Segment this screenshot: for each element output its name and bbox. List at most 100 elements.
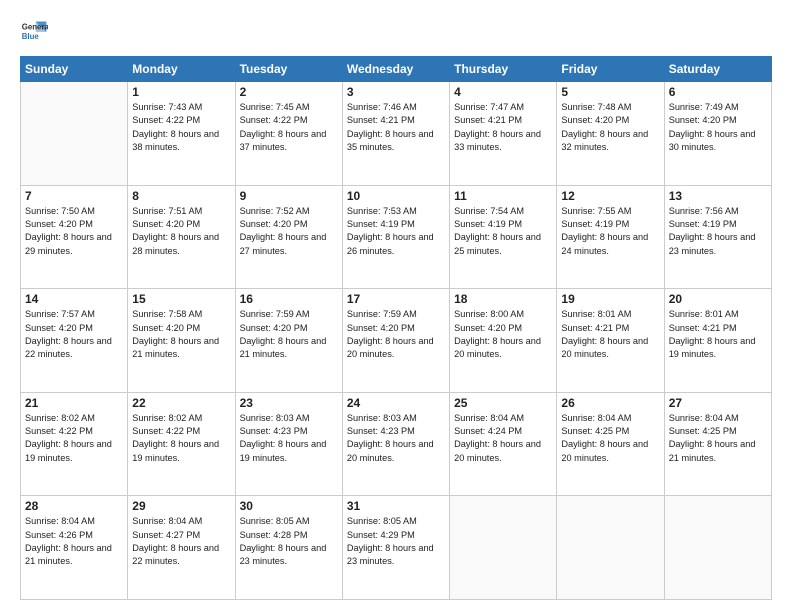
day-info: Sunrise: 8:04 AMSunset: 4:27 PMDaylight:… — [132, 515, 230, 568]
day-number: 15 — [132, 292, 230, 306]
day-info: Sunrise: 7:52 AMSunset: 4:20 PMDaylight:… — [240, 205, 338, 258]
day-info: Sunrise: 7:55 AMSunset: 4:19 PMDaylight:… — [561, 205, 659, 258]
calendar-cell: 31Sunrise: 8:05 AMSunset: 4:29 PMDayligh… — [342, 496, 449, 600]
day-number: 23 — [240, 396, 338, 410]
day-number: 10 — [347, 189, 445, 203]
svg-text:General: General — [22, 22, 48, 31]
day-info: Sunrise: 8:04 AMSunset: 4:25 PMDaylight:… — [561, 412, 659, 465]
day-number: 18 — [454, 292, 552, 306]
calendar-cell: 9 Sunrise: 7:52 AMSunset: 4:20 PMDaylight… — [235, 185, 342, 289]
day-info: Sunrise: 7:54 AMSunset: 4:19 PMDaylight:… — [454, 205, 552, 258]
day-info: Sunrise: 8:00 AMSunset: 4:20 PMDaylight:… — [454, 308, 552, 361]
day-number: 12 — [561, 189, 659, 203]
day-number: 31 — [347, 499, 445, 513]
calendar-cell — [450, 496, 557, 600]
calendar-cell: 8 Sunrise: 7:51 AMSunset: 4:20 PMDaylight… — [128, 185, 235, 289]
day-info: Sunrise: 8:03 AMSunset: 4:23 PMDaylight:… — [240, 412, 338, 465]
calendar-cell: 18 Sunrise: 8:00 AMSunset: 4:20 PMDayligh… — [450, 289, 557, 393]
calendar-week-row: 7 Sunrise: 7:50 AMSunset: 4:20 PMDaylight… — [21, 185, 772, 289]
calendar-cell: 12 Sunrise: 7:55 AMSunset: 4:19 PMDayligh… — [557, 185, 664, 289]
day-info: Sunrise: 7:59 AMSunset: 4:20 PMDaylight:… — [240, 308, 338, 361]
calendar-cell: 20 Sunrise: 8:01 AMSunset: 4:21 PMDayligh… — [664, 289, 771, 393]
day-number: 21 — [25, 396, 123, 410]
logo-icon: General Blue — [20, 18, 48, 46]
day-number: 19 — [561, 292, 659, 306]
calendar-cell — [664, 496, 771, 600]
day-number: 7 — [25, 189, 123, 203]
day-info: Sunrise: 7:51 AMSunset: 4:20 PMDaylight:… — [132, 205, 230, 258]
calendar-cell — [21, 82, 128, 186]
day-number: 1 — [132, 85, 230, 99]
weekday-header: Saturday — [664, 57, 771, 82]
day-info: Sunrise: 8:01 AMSunset: 4:21 PMDaylight:… — [669, 308, 767, 361]
day-info: Sunrise: 7:46 AMSunset: 4:21 PMDaylight:… — [347, 101, 445, 154]
calendar-week-row: 21 Sunrise: 8:02 AMSunset: 4:22 PMDayligh… — [21, 392, 772, 496]
calendar-cell: 23 Sunrise: 8:03 AMSunset: 4:23 PMDayligh… — [235, 392, 342, 496]
day-info: Sunrise: 7:59 AMSunset: 4:20 PMDaylight:… — [347, 308, 445, 361]
day-number: 9 — [240, 189, 338, 203]
day-info: Sunrise: 8:04 AMSunset: 4:26 PMDaylight:… — [25, 515, 123, 568]
calendar-cell: 16 Sunrise: 7:59 AMSunset: 4:20 PMDayligh… — [235, 289, 342, 393]
day-info: Sunrise: 8:02 AMSunset: 4:22 PMDaylight:… — [25, 412, 123, 465]
day-number: 16 — [240, 292, 338, 306]
calendar-cell: 10 Sunrise: 7:53 AMSunset: 4:19 PMDayligh… — [342, 185, 449, 289]
calendar-cell: 6Sunrise: 7:49 AMSunset: 4:20 PMDaylight… — [664, 82, 771, 186]
day-number: 13 — [669, 189, 767, 203]
calendar-cell: 13Sunrise: 7:56 AMSunset: 4:19 PMDayligh… — [664, 185, 771, 289]
day-number: 2 — [240, 85, 338, 99]
calendar-cell: 25 Sunrise: 8:04 AMSunset: 4:24 PMDayligh… — [450, 392, 557, 496]
day-number: 11 — [454, 189, 552, 203]
day-info: Sunrise: 8:01 AMSunset: 4:21 PMDaylight:… — [561, 308, 659, 361]
calendar-cell: 4Sunrise: 7:47 AMSunset: 4:21 PMDaylight… — [450, 82, 557, 186]
calendar-cell: 22Sunrise: 8:02 AMSunset: 4:22 PMDayligh… — [128, 392, 235, 496]
weekday-header: Thursday — [450, 57, 557, 82]
day-info: Sunrise: 8:04 AMSunset: 4:24 PMDaylight:… — [454, 412, 552, 465]
day-number: 30 — [240, 499, 338, 513]
calendar-cell: 1 Sunrise: 7:43 AMSunset: 4:22 PMDaylight… — [128, 82, 235, 186]
day-info: Sunrise: 7:58 AMSunset: 4:20 PMDaylight:… — [132, 308, 230, 361]
day-info: Sunrise: 7:49 AMSunset: 4:20 PMDaylight:… — [669, 101, 767, 154]
day-info: Sunrise: 7:53 AMSunset: 4:19 PMDaylight:… — [347, 205, 445, 258]
weekday-header: Monday — [128, 57, 235, 82]
calendar-week-row: 28 Sunrise: 8:04 AMSunset: 4:26 PMDayligh… — [21, 496, 772, 600]
day-info: Sunrise: 7:57 AMSunset: 4:20 PMDaylight:… — [25, 308, 123, 361]
calendar-week-row: 14Sunrise: 7:57 AMSunset: 4:20 PMDayligh… — [21, 289, 772, 393]
day-number: 20 — [669, 292, 767, 306]
calendar-cell: 27 Sunrise: 8:04 AMSunset: 4:25 PMDayligh… — [664, 392, 771, 496]
day-number: 8 — [132, 189, 230, 203]
calendar-cell: 14Sunrise: 7:57 AMSunset: 4:20 PMDayligh… — [21, 289, 128, 393]
header: General Blue — [20, 18, 772, 46]
day-number: 29 — [132, 499, 230, 513]
day-info: Sunrise: 8:03 AMSunset: 4:23 PMDaylight:… — [347, 412, 445, 465]
calendar-cell: 17 Sunrise: 7:59 AMSunset: 4:20 PMDayligh… — [342, 289, 449, 393]
day-number: 24 — [347, 396, 445, 410]
day-number: 26 — [561, 396, 659, 410]
calendar-week-row: 1 Sunrise: 7:43 AMSunset: 4:22 PMDaylight… — [21, 82, 772, 186]
calendar-table: SundayMondayTuesdayWednesdayThursdayFrid… — [20, 56, 772, 600]
page: General Blue SundayMondayTuesdayWednesda… — [0, 0, 792, 612]
day-number: 25 — [454, 396, 552, 410]
calendar-cell: 29 Sunrise: 8:04 AMSunset: 4:27 PMDayligh… — [128, 496, 235, 600]
calendar-cell — [557, 496, 664, 600]
weekday-header: Tuesday — [235, 57, 342, 82]
day-number: 27 — [669, 396, 767, 410]
day-info: Sunrise: 8:04 AMSunset: 4:25 PMDaylight:… — [669, 412, 767, 465]
day-number: 28 — [25, 499, 123, 513]
day-info: Sunrise: 7:48 AMSunset: 4:20 PMDaylight:… — [561, 101, 659, 154]
weekday-header: Friday — [557, 57, 664, 82]
calendar-cell: 3 Sunrise: 7:46 AMSunset: 4:21 PMDaylight… — [342, 82, 449, 186]
day-number: 3 — [347, 85, 445, 99]
calendar-cell: 15 Sunrise: 7:58 AMSunset: 4:20 PMDayligh… — [128, 289, 235, 393]
calendar-cell: 7 Sunrise: 7:50 AMSunset: 4:20 PMDaylight… — [21, 185, 128, 289]
day-number: 22 — [132, 396, 230, 410]
svg-text:Blue: Blue — [22, 32, 40, 41]
day-number: 17 — [347, 292, 445, 306]
weekday-header: Sunday — [21, 57, 128, 82]
weekday-header: Wednesday — [342, 57, 449, 82]
calendar-cell: 11 Sunrise: 7:54 AMSunset: 4:19 PMDayligh… — [450, 185, 557, 289]
calendar-cell: 24 Sunrise: 8:03 AMSunset: 4:23 PMDayligh… — [342, 392, 449, 496]
day-info: Sunrise: 7:50 AMSunset: 4:20 PMDaylight:… — [25, 205, 123, 258]
day-info: Sunrise: 7:43 AMSunset: 4:22 PMDaylight:… — [132, 101, 230, 154]
day-info: Sunrise: 7:47 AMSunset: 4:21 PMDaylight:… — [454, 101, 552, 154]
logo: General Blue — [20, 18, 52, 46]
